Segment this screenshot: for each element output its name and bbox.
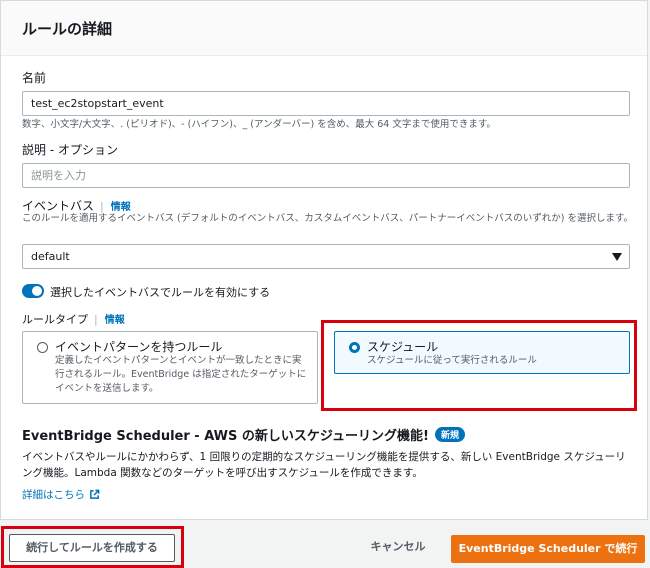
learn-more-text: 詳細はこちら bbox=[22, 489, 85, 501]
continue-with-scheduler-button[interactable]: EventBridge Scheduler で続行 bbox=[451, 535, 645, 563]
option-description: 定義したイベントパターンとイベントが一致したときに実行されるルール。EventB… bbox=[55, 355, 307, 394]
event-bus-select[interactable]: default bbox=[22, 244, 630, 269]
scheduler-promo-title: EventBridge Scheduler - AWS の新しいスケジューリング… bbox=[22, 425, 465, 444]
learn-more-link[interactable]: 詳細はこちら bbox=[22, 487, 100, 502]
enable-rule-label: 選択したイベントバスでルールを有効にする bbox=[50, 286, 271, 299]
external-link-icon bbox=[90, 489, 100, 499]
scheduler-promo-body: イベントバスやルールにかかわらず、1 回限りの定期的なスケジューリング機能を提供… bbox=[22, 451, 626, 479]
cancel-button[interactable]: キャンセル bbox=[358, 534, 438, 562]
option-description: スケジュールに従って実行されるルール bbox=[367, 355, 537, 366]
panel-header: ルールの詳細 bbox=[1, 1, 647, 56]
caret-down-icon bbox=[612, 253, 622, 261]
name-hint: 数字、小文字/大文字、. (ピリオド)、- (ハイフン)、_ (アンダーバー) … bbox=[22, 119, 496, 130]
new-badge: 新規 bbox=[434, 427, 465, 442]
radio-unchecked-icon[interactable] bbox=[37, 342, 48, 353]
name-label: 名前 bbox=[22, 71, 47, 85]
name-input[interactable]: test_ec2stopstart_event bbox=[22, 91, 630, 116]
rule-type-label-row: ルールタイプ | 情報 bbox=[22, 311, 125, 327]
event-bus-selected-value: default bbox=[31, 250, 70, 263]
rule-type-option-event-pattern[interactable]: イベントパターンを持つルール 定義したイベントパターンとイベントが一致したときに… bbox=[22, 331, 318, 404]
enable-rule-toggle[interactable] bbox=[22, 284, 44, 298]
separator: | bbox=[94, 313, 98, 326]
promo-title-text: EventBridge Scheduler - AWS の新しいスケジューリング… bbox=[22, 429, 429, 444]
toggle-knob bbox=[32, 286, 42, 296]
radio-checked-icon[interactable] bbox=[349, 342, 360, 353]
rule-details-panel: ルールの詳細 名前 test_ec2stopstart_event 数字、小文字… bbox=[0, 0, 648, 520]
rule-type-label: ルールタイプ bbox=[22, 313, 88, 326]
rule-type-option-schedule[interactable]: スケジュール スケジュールに従って実行されるルール bbox=[334, 331, 630, 374]
description-input[interactable]: 説明を入力 bbox=[22, 163, 630, 188]
option-title: スケジュール bbox=[367, 340, 439, 354]
event-bus-hint: このルールを適用するイベントバス (デフォルトのイベントバス、カスタムイベントバ… bbox=[22, 213, 634, 224]
rule-type-info-link[interactable]: 情報 bbox=[105, 315, 125, 326]
continue-create-rule-button[interactable]: 続行してルールを作成する bbox=[9, 534, 175, 562]
description-label: 説明 - オプション bbox=[22, 143, 118, 157]
panel-title: ルールの詳細 bbox=[22, 20, 113, 38]
event-bus-label: イベントバス bbox=[22, 199, 95, 213]
option-title: イベントパターンを持つルール bbox=[55, 340, 223, 354]
